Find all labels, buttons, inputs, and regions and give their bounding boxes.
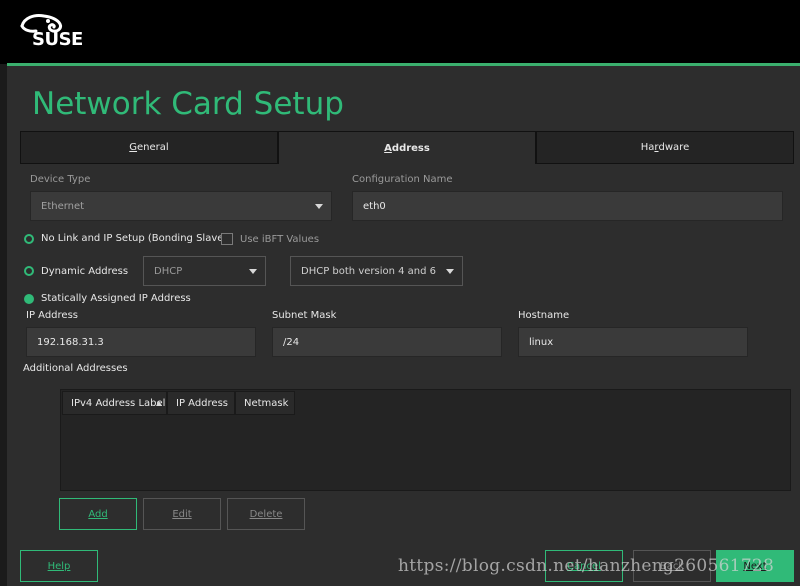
chevron-down-icon — [249, 269, 257, 274]
add-button[interactable]: Add — [59, 498, 137, 530]
tab-address[interactable]: Address — [278, 131, 536, 164]
help-button-label: Help — [47, 560, 71, 572]
hostname-label: Hostname — [518, 310, 570, 321]
subnet-mask-value: /24 — [283, 336, 300, 348]
dynamic-mode-value: DHCP — [154, 265, 183, 277]
delete-button-label: Delete — [249, 508, 283, 520]
subnet-mask-label: Subnet Mask — [272, 310, 337, 321]
tab-general[interactable]: General — [20, 131, 278, 164]
device-type-value: Ethernet — [41, 200, 85, 212]
use-ibft-checkbox[interactable] — [221, 233, 233, 245]
additional-addresses-table[interactable]: IPv4 Address Label IP Address Netmask — [60, 389, 791, 491]
device-type-label: Device Type — [30, 174, 91, 185]
top-bar: SUSE — [0, 0, 800, 64]
dynamic-address-radio[interactable] — [24, 266, 34, 276]
tab-hardware-label-post: dware — [658, 142, 690, 153]
column-header-label: IP Address — [176, 397, 228, 409]
tab-address-mnemonic: A — [384, 142, 392, 154]
tab-address-label-post: ddress — [391, 142, 430, 154]
edit-button[interactable]: Edit — [143, 498, 221, 530]
config-name-label: Configuration Name — [352, 174, 453, 185]
column-header-netmask[interactable]: Netmask — [235, 391, 295, 415]
watermark-text: https://blog.csdn.net/hanzheng260561728 — [398, 556, 775, 576]
subnet-mask-field[interactable]: /24 — [272, 327, 502, 357]
no-link-label: No Link and IP Setup (Bonding Slaves) — [41, 233, 233, 244]
device-type-select[interactable]: Ethernet — [30, 191, 332, 221]
chevron-down-icon — [315, 204, 323, 209]
help-button[interactable]: Help — [20, 550, 98, 582]
ip-address-field[interactable]: 192.168.31.3 — [26, 327, 256, 357]
config-name-field[interactable]: eth0 — [352, 191, 783, 221]
ip-address-label: IP Address — [26, 310, 78, 321]
edit-button-label: Edit — [172, 508, 192, 520]
config-name-value: eth0 — [363, 200, 386, 212]
add-button-label: Add — [88, 508, 108, 520]
static-address-radio[interactable] — [24, 294, 34, 304]
dynamic-address-label: Dynamic Address — [41, 266, 129, 277]
tab-hardware-label-pre: Ha — [640, 142, 655, 153]
dhcp-version-value: DHCP both version 4 and 6 — [301, 265, 437, 277]
delete-button[interactable]: Delete — [227, 498, 305, 530]
dhcp-version-select[interactable]: DHCP both version 4 and 6 — [290, 256, 463, 286]
page-title: Network Card Setup — [32, 86, 344, 122]
tab-hardware[interactable]: Ha r dware — [536, 131, 794, 164]
chevron-down-icon — [446, 269, 454, 274]
dynamic-mode-select[interactable]: DHCP — [143, 256, 266, 286]
tab-general-label-post: eneral — [137, 142, 169, 153]
sort-ascending-icon — [156, 401, 162, 406]
ip-address-value: 192.168.31.3 — [37, 336, 104, 348]
column-header-label: Netmask — [244, 397, 289, 409]
column-header-label: IPv4 Address Label — [71, 397, 166, 409]
column-header-ipv4-label[interactable]: IPv4 Address Label — [62, 391, 167, 415]
static-address-label: Statically Assigned IP Address — [41, 293, 191, 304]
suse-logo-text: SUSE — [32, 29, 83, 50]
hostname-value: linux — [529, 336, 554, 348]
tab-general-mnemonic: G — [129, 142, 138, 153]
hostname-field[interactable]: linux — [518, 327, 748, 357]
additional-addresses-label: Additional Addresses — [23, 363, 128, 374]
use-ibft-label: Use iBFT Values — [240, 234, 320, 245]
no-link-radio[interactable] — [24, 234, 34, 244]
column-header-ip-address[interactable]: IP Address — [167, 391, 235, 415]
